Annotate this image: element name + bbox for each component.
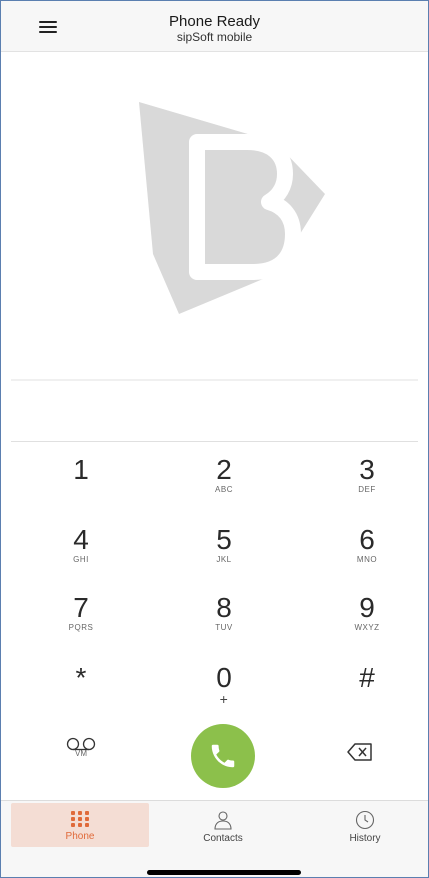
key-0[interactable]: 0 + <box>174 651 274 711</box>
key-letters: WXYZ <box>354 623 380 632</box>
key-digit: 1 <box>73 454 89 485</box>
tab-history[interactable]: History <box>306 803 424 847</box>
voicemail-button[interactable]: VM <box>31 729 131 779</box>
key-star[interactable]: * <box>31 651 131 711</box>
home-indicator[interactable] <box>147 870 301 875</box>
backspace-button[interactable] <box>347 743 387 773</box>
dial-keypad: 1 2 ABC 3 DEF 4 GHI 5 JKL 6 MNO 7 PQRS 8 <box>11 443 418 799</box>
key-digit: 0 <box>216 662 232 693</box>
brand-logo-icon <box>139 102 325 314</box>
key-hash[interactable]: # <box>317 651 417 711</box>
key-9[interactable]: 9 WXYZ <box>317 581 417 641</box>
key-8[interactable]: 8 TUV <box>174 581 274 641</box>
key-digit: 8 <box>216 592 232 623</box>
key-digit: 6 <box>359 524 375 555</box>
person-icon <box>214 811 232 830</box>
key-letters: GHI <box>73 555 89 564</box>
phone-screen: Phone Ready sipSoft mobile 1 2 ABC 3 DEF… <box>0 0 429 878</box>
app-subtitle: sipSoft mobile <box>176 30 253 44</box>
key-digit: 9 <box>359 592 375 623</box>
key-letters: DEF <box>358 485 376 494</box>
app-header: Phone Ready sipSoft mobile <box>1 1 428 52</box>
key-digit: # <box>359 662 375 693</box>
tab-phone[interactable]: Phone <box>11 803 149 847</box>
keypad-divider <box>11 441 418 442</box>
header-titles: Phone Ready sipSoft mobile <box>1 13 428 44</box>
key-letters: PQRS <box>68 623 94 632</box>
key-4[interactable]: 4 GHI <box>31 513 131 573</box>
key-letters: MNO <box>356 555 378 564</box>
backspace-icon <box>347 743 372 761</box>
tab-label: Contacts <box>203 833 243 844</box>
display-divider <box>11 379 418 381</box>
key-2[interactable]: 2 ABC <box>174 443 274 503</box>
status-title: Phone Ready <box>169 13 260 30</box>
key-digit: 4 <box>73 524 89 555</box>
key-3[interactable]: 3 DEF <box>317 443 417 503</box>
bottom-tab-bar: Phone Contacts History <box>1 800 428 877</box>
key-1[interactable]: 1 <box>31 443 131 503</box>
keypad-grid-icon <box>71 811 89 827</box>
key-letters: + <box>219 691 229 707</box>
key-digit: 7 <box>73 592 89 623</box>
tab-label: History <box>349 833 381 844</box>
clock-icon <box>355 810 375 830</box>
key-letters: ABC <box>215 485 233 494</box>
logo-area <box>1 52 428 378</box>
key-letters: JKL <box>216 555 232 564</box>
key-5[interactable]: 5 JKL <box>174 513 274 573</box>
key-6[interactable]: 6 MNO <box>317 513 417 573</box>
key-digit: 5 <box>216 524 232 555</box>
key-digit: * <box>75 662 87 693</box>
call-button[interactable] <box>191 724 255 788</box>
key-digit: 2 <box>216 454 232 485</box>
number-display-input[interactable] <box>11 382 422 442</box>
voicemail-label: VM <box>75 749 87 758</box>
key-digit: 3 <box>359 454 375 485</box>
tab-label: Phone <box>65 831 95 842</box>
key-7[interactable]: 7 PQRS <box>31 581 131 641</box>
tab-contacts[interactable]: Contacts <box>161 803 285 847</box>
key-letters: TUV <box>215 623 233 632</box>
phone-handset-icon <box>211 744 235 768</box>
